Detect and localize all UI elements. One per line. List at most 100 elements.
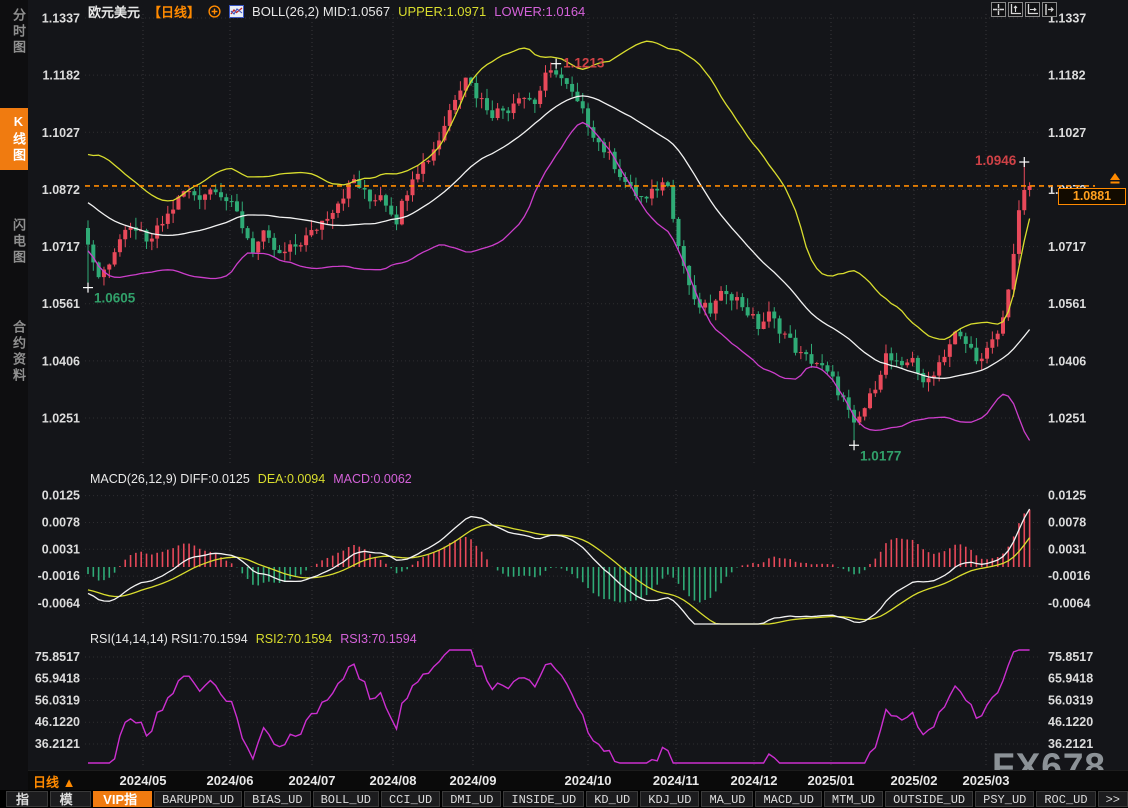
toolbar-tab[interactable]: BIAS_UD <box>244 791 310 807</box>
axis-label: 56.0319 <box>1048 693 1093 707</box>
toolbar-tab[interactable]: MTM_UD <box>824 791 883 807</box>
symbol-name: 欧元美元 <box>88 2 140 21</box>
axis-label: 1.0561 <box>42 297 80 311</box>
boll-upper-readout: UPPER:1.0971 <box>398 4 486 19</box>
price-alert-marker-icon[interactable] <box>1106 172 1124 190</box>
extreme-cross-marker <box>1019 157 1029 167</box>
pan-right-icon[interactable] <box>1042 2 1057 17</box>
axis-label: 0.0078 <box>1048 515 1086 529</box>
axis-label: -0.0064 <box>1048 597 1090 611</box>
axis-label: 1.0251 <box>42 412 80 426</box>
axis-label: 1.0406 <box>1048 354 1086 368</box>
rsi2-readout: RSI2:70.1594 <box>256 632 332 646</box>
sidebar-item-contract-info[interactable]: 合约资料 <box>0 314 28 390</box>
toolbar-tab[interactable]: MACD_UD <box>755 791 821 807</box>
sidebar-item-kline-chart[interactable]: K线图 <box>0 108 28 170</box>
price-extreme-annotation: 1.0605 <box>94 291 136 306</box>
toolbar-tab[interactable]: KD_UD <box>586 791 638 807</box>
scale-y-axis-icon[interactable] <box>1008 2 1023 17</box>
axis-label: 0.0125 <box>1048 489 1086 503</box>
macd-diff-readout: MACD(26,12,9) DIFF:0.0125 <box>90 472 250 486</box>
rsi1-readout: RSI(14,14,14) RSI1:70.1594 <box>90 632 248 646</box>
x-axis-date-label: 2024/12 <box>731 773 778 788</box>
axis-label: 1.1182 <box>42 69 80 83</box>
axis-label: 1.0717 <box>1048 240 1086 254</box>
x-axis-date-label: 2024/09 <box>450 773 497 788</box>
crosshair-icon[interactable] <box>991 2 1006 17</box>
axis-label: -0.0016 <box>1048 569 1090 583</box>
toolbar-tab[interactable]: BARUPDN_UD <box>154 791 242 807</box>
axis-label: 0.0031 <box>1048 542 1086 556</box>
price-extreme-annotation: 1.0946 <box>975 153 1017 168</box>
toolbar-tab[interactable]: KDJ_UD <box>640 791 699 807</box>
toolbar-tab[interactable]: DMI_UD <box>442 791 501 807</box>
indicator-toolbar: 指标模板VIP指标BARUPDN_UDBIAS_UDBOLL_UDCCI_UDD… <box>0 790 1128 808</box>
date-axis-row: 日线 ▲ 2024/05 2024/06 2024/07 2024/08 2024/09… <box>28 770 1128 791</box>
scale-x-axis-icon[interactable] <box>1025 2 1040 17</box>
toolbar-tab[interactable]: VIP指标 <box>93 791 152 807</box>
toolbar-tab[interactable]: OUTSIDE_UD <box>885 791 973 807</box>
sidebar-item-lightning-chart[interactable]: 闪电图 <box>0 212 28 272</box>
axis-label: 1.1337 <box>42 12 80 26</box>
rsi3-readout: RSI3:70.1594 <box>340 632 416 646</box>
left-sidebar: 分时图 K线图 闪电图 合约资料 <box>0 0 28 790</box>
toolbar-tab[interactable]: 指标 <box>6 791 48 807</box>
axis-label: -0.0064 <box>38 597 80 611</box>
axis-label: 1.0561 <box>1048 297 1086 311</box>
chart-canvas[interactable]: 1.13371.13371.11821.11821.10271.10271.08… <box>0 0 1128 790</box>
toolbar-tab[interactable]: INSIDE_UD <box>503 791 584 807</box>
main-pane-header: 欧元美元 【日线】 BOLL(26,2) MID:1.0567 UPPER:1.… <box>88 2 585 21</box>
boll-lower-readout: LOWER:1.0164 <box>494 4 585 19</box>
chart-application: 1.13371.13371.11821.11821.10271.10271.08… <box>0 0 1128 808</box>
axis-label: 75.8517 <box>35 650 80 664</box>
axis-label: 46.1220 <box>1048 715 1093 729</box>
axis-label: 1.0251 <box>1048 412 1086 426</box>
macd-pane-header: MACD(26,12,9) DIFF:0.0125 DEA:0.0094 MAC… <box>90 472 412 486</box>
toolbar-tab[interactable]: CCI_UD <box>381 791 440 807</box>
add-circle-icon[interactable] <box>208 5 221 18</box>
toolbar-tab[interactable]: BOLL_UD <box>313 791 379 807</box>
rsi-pane-header: RSI(14,14,14) RSI1:70.1594 RSI2:70.1594 … <box>90 632 417 646</box>
toolbar-tab[interactable]: PSY_UD <box>975 791 1034 807</box>
axis-label: 0.0078 <box>42 515 80 529</box>
period-dropdown-button[interactable]: 日线 ▲ <box>33 772 76 791</box>
period-dropdown-label: 日线 <box>33 775 59 790</box>
macd-dea-readout: DEA:0.0094 <box>258 472 325 486</box>
price-extreme-annotation: 1.1213 <box>563 56 605 71</box>
axis-label: 65.9418 <box>35 672 80 686</box>
current-price-tag: 1.0881 <box>1058 188 1126 205</box>
axis-label: 1.1027 <box>42 126 80 140</box>
x-axis-date-label: 2024/07 <box>289 773 336 788</box>
boll-mid-readout: BOLL(26,2) MID:1.0567 <box>252 4 390 19</box>
axis-label: 75.8517 <box>1048 650 1093 664</box>
axis-label: 46.1220 <box>35 715 80 729</box>
toolbar-tab[interactable]: 模板 <box>50 791 92 807</box>
axis-label: 1.0717 <box>42 240 80 254</box>
x-axis-date-label: 2024/10 <box>565 773 612 788</box>
price-extreme-annotation: 1.0177 <box>860 448 901 463</box>
toolbar-tab[interactable]: ROC_UD <box>1036 791 1095 807</box>
period-badge[interactable]: 【日线】 <box>148 2 200 21</box>
x-axis-date-label: 2025/01 <box>808 773 855 788</box>
axis-label: 0.0125 <box>42 489 80 503</box>
x-axis-date-label: 2024/08 <box>370 773 417 788</box>
axis-label: 0.0031 <box>42 542 80 556</box>
chevron-up-icon: ▲ <box>63 775 76 790</box>
axis-label: 1.1027 <box>1048 126 1086 140</box>
toolbar-tab[interactable]: MA_UD <box>701 791 753 807</box>
sidebar-item-time-chart[interactable]: 分时图 <box>0 2 28 62</box>
axis-label: 1.1182 <box>1048 69 1086 83</box>
x-axis-date-label: 2025/02 <box>891 773 938 788</box>
indicator-chart-icon[interactable] <box>229 5 244 18</box>
extreme-cross-marker <box>849 440 859 450</box>
macd-histogram <box>88 510 1030 603</box>
axis-label: 65.9418 <box>1048 672 1093 686</box>
x-axis-date-label: 2024/06 <box>207 773 254 788</box>
extreme-cross-marker <box>83 283 93 293</box>
x-axis-date-label: 2024/05 <box>120 773 167 788</box>
axis-label: -0.0016 <box>38 569 80 583</box>
x-axis-date-label: 2024/11 <box>653 773 699 788</box>
toolbar-more-button[interactable]: >> <box>1098 791 1128 807</box>
candlestick-series <box>86 63 1032 446</box>
x-axis-date-label: 2025/03 <box>963 773 1010 788</box>
